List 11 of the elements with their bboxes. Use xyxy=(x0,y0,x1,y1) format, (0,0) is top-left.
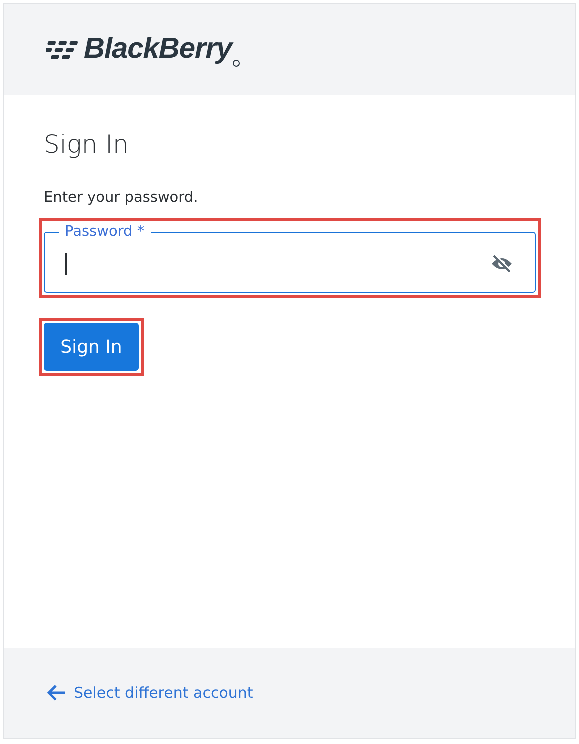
password-field[interactable]: Password * xyxy=(44,223,536,293)
sign-in-button[interactable]: Sign In xyxy=(44,323,139,371)
back-arrow-icon[interactable] xyxy=(46,684,66,702)
logo-icon xyxy=(46,38,80,60)
logo: BlackBerry xyxy=(84,33,232,66)
hide-password-icon[interactable] xyxy=(491,254,513,274)
text-cursor xyxy=(65,252,66,274)
field-label: Password * xyxy=(64,223,146,241)
select-account-link[interactable]: Select different account xyxy=(74,684,254,702)
instruction-text: Enter your password. xyxy=(44,190,200,206)
page-title: Sign In xyxy=(44,129,130,161)
